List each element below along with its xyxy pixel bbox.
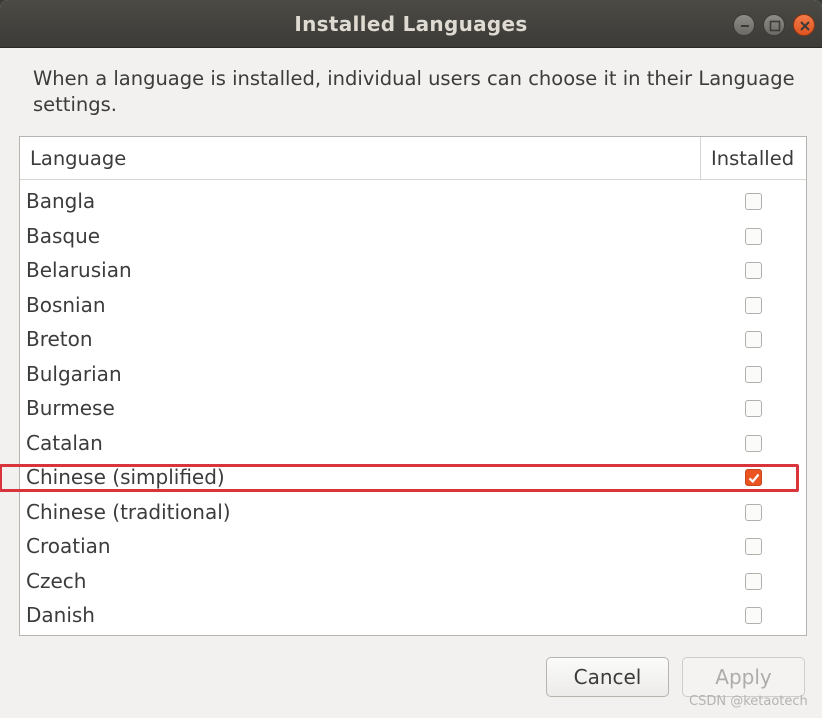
- language-label: Burmese: [26, 396, 115, 420]
- language-label: Catalan: [26, 430, 103, 455]
- maximize-icon: [769, 20, 781, 32]
- list-item[interactable]: Catalan: [20, 427, 806, 462]
- list-item[interactable]: Bangla: [20, 185, 806, 220]
- installed-checkbox[interactable]: [745, 503, 762, 521]
- installed-checkbox[interactable]: [745, 296, 762, 314]
- installed-checkbox[interactable]: [745, 262, 762, 279]
- list-item[interactable]: Czech: [20, 565, 806, 600]
- language-rows: Bangla Basque Belarusian Bosnian Breton Bulga…: [20, 185, 806, 634]
- installed-checkbox[interactable]: [745, 331, 762, 348]
- language-label: Belarusian: [26, 258, 132, 282]
- watermark: CSDN @ketaotech: [689, 694, 808, 709]
- installed-languages-dialog: Installed Languages When a language is i…: [0, 0, 822, 718]
- installed-checkbox[interactable]: [745, 607, 762, 624]
- installed-checkbox[interactable]: [745, 572, 762, 590]
- language-label: Chinese (traditional): [26, 499, 231, 524]
- list-item[interactable]: Croatian: [20, 530, 806, 565]
- column-header-installed[interactable]: Installed: [700, 137, 806, 179]
- cancel-button[interactable]: Cancel: [546, 657, 669, 697]
- list-item[interactable]: Belarusian: [20, 254, 806, 289]
- list-item[interactable]: Danish: [20, 599, 806, 634]
- list-header: Language Installed: [20, 137, 806, 180]
- language-label: Bulgarian: [26, 361, 122, 386]
- window-title: Installed Languages: [294, 12, 528, 36]
- language-label: Czech: [26, 568, 87, 593]
- list-item[interactable]: Breton: [20, 323, 806, 358]
- installed-checkbox[interactable]: [745, 227, 762, 245]
- list-item[interactable]: Chinese (traditional): [20, 496, 806, 531]
- language-label: Basque: [26, 223, 101, 248]
- language-label: Breton: [26, 327, 93, 351]
- list-item[interactable]: Basque: [20, 220, 806, 255]
- language-label: Bosnian: [26, 292, 106, 317]
- list-item[interactable]: Bosnian: [20, 289, 806, 324]
- apply-button[interactable]: Apply: [682, 657, 805, 697]
- minimize-icon: [741, 25, 749, 27]
- title-bar[interactable]: Installed Languages: [0, 0, 822, 48]
- installed-checkbox[interactable]: [745, 400, 762, 417]
- language-label: Croatian: [26, 534, 111, 558]
- annotation-highlight-box: [0, 464, 799, 492]
- list-item[interactable]: Burmese: [20, 392, 806, 427]
- installed-checkbox[interactable]: [745, 365, 762, 383]
- language-list: Language Installed Bangla Basque Belarusia…: [19, 136, 807, 636]
- language-label: Bangla: [26, 189, 96, 213]
- language-label: Danish: [26, 603, 95, 627]
- minimize-button[interactable]: [733, 14, 755, 36]
- installed-checkbox[interactable]: [745, 434, 762, 452]
- installed-checkbox[interactable]: [745, 538, 762, 555]
- description-text: When a language is installed, individual…: [33, 67, 795, 116]
- installed-checkbox[interactable]: [745, 193, 762, 210]
- close-icon: [800, 21, 810, 31]
- close-button[interactable]: [793, 14, 815, 36]
- list-item[interactable]: Bulgarian: [20, 358, 806, 393]
- column-header-language[interactable]: Language: [30, 147, 126, 170]
- maximize-button[interactable]: [763, 14, 785, 36]
